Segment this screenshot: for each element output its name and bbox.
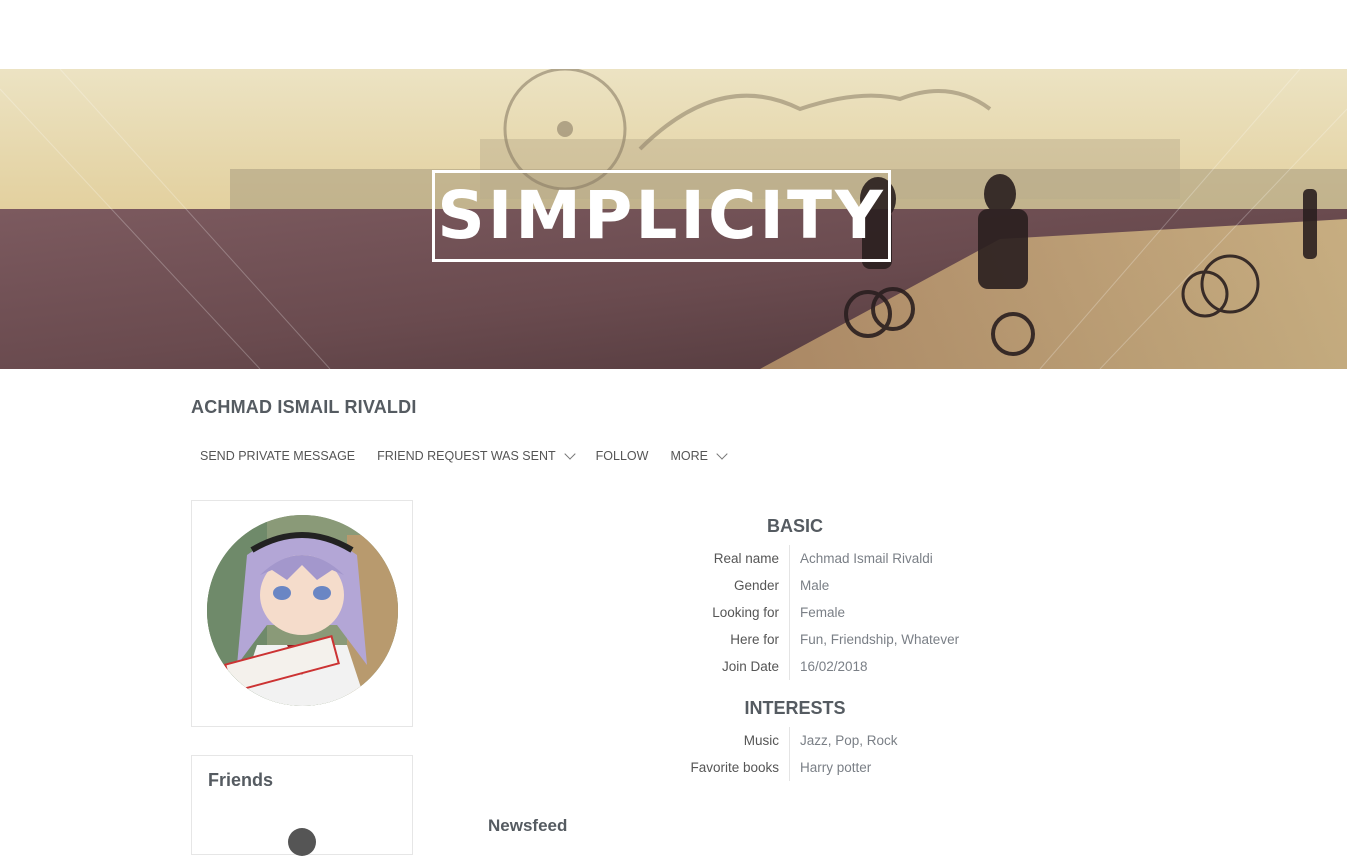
basic-row: Looking for Female xyxy=(600,599,1100,626)
top-blank-bar xyxy=(0,0,1347,69)
basic-row: Here for Fun, Friendship, Whatever xyxy=(600,626,1100,653)
basic-row: Gender Male xyxy=(600,572,1100,599)
cover-title-frame: SIMPLICITY xyxy=(432,170,891,262)
more-dropdown[interactable]: MORE xyxy=(661,446,735,466)
interests-label: Favorite books xyxy=(690,760,779,775)
basic-value: Male xyxy=(789,572,829,599)
basic-label: Here for xyxy=(730,632,779,647)
basic-label: Gender xyxy=(733,578,779,593)
friend-request-label: FRIEND REQUEST WAS SENT xyxy=(377,449,556,463)
follow-button[interactable]: FOLLOW xyxy=(587,446,658,466)
profile-actions-bar: SEND PRIVATE MESSAGE FRIEND REQUEST WAS … xyxy=(191,446,739,466)
basic-row: Join Date 16/02/2018 xyxy=(600,653,1100,680)
friend-request-dropdown[interactable]: FRIEND REQUEST WAS SENT xyxy=(368,446,583,466)
send-private-message-label: SEND PRIVATE MESSAGE xyxy=(200,449,356,463)
cover-banner: SIMPLICITY xyxy=(0,69,1347,369)
basic-value: Fun, Friendship, Whatever xyxy=(789,626,959,653)
basic-value: Achmad Ismail Rivaldi xyxy=(789,545,933,572)
basic-row: Real name Achmad Ismail Rivaldi xyxy=(600,545,1100,572)
send-private-message-button[interactable]: SEND PRIVATE MESSAGE xyxy=(191,446,364,466)
basic-value: 16/02/2018 xyxy=(789,653,868,680)
chevron-down-icon xyxy=(716,447,728,460)
follow-label: FOLLOW xyxy=(595,449,649,463)
friends-card: Friends xyxy=(191,755,413,856)
friends-title: Friends xyxy=(208,770,274,790)
basic-label: Join Date xyxy=(721,659,779,674)
basic-label: Real name xyxy=(713,551,779,566)
cover-title: SIMPLICITY xyxy=(437,177,886,254)
avatar[interactable] xyxy=(207,515,398,706)
interests-value: Jazz, Pop, Rock xyxy=(789,727,898,754)
basic-label: Looking for xyxy=(712,605,779,620)
profile-name: ACHMAD ISMAIL RIVALDI xyxy=(191,397,417,417)
chevron-down-icon xyxy=(563,447,576,460)
basic-section-title: BASIC xyxy=(766,516,823,536)
basic-value: Female xyxy=(789,599,845,626)
avatar-image xyxy=(207,515,398,706)
interests-value: Harry potter xyxy=(789,754,871,781)
interests-row: Music Jazz, Pop, Rock xyxy=(600,727,1100,754)
friend-avatar[interactable] xyxy=(288,828,316,856)
interests-section-title: INTERESTS xyxy=(744,698,846,718)
interests-row: Favorite books Harry potter xyxy=(600,754,1100,781)
more-label: MORE xyxy=(670,449,708,463)
avatar-card xyxy=(191,500,413,727)
newsfeed-title: Newsfeed xyxy=(488,816,568,835)
interests-label: Music xyxy=(743,733,779,748)
